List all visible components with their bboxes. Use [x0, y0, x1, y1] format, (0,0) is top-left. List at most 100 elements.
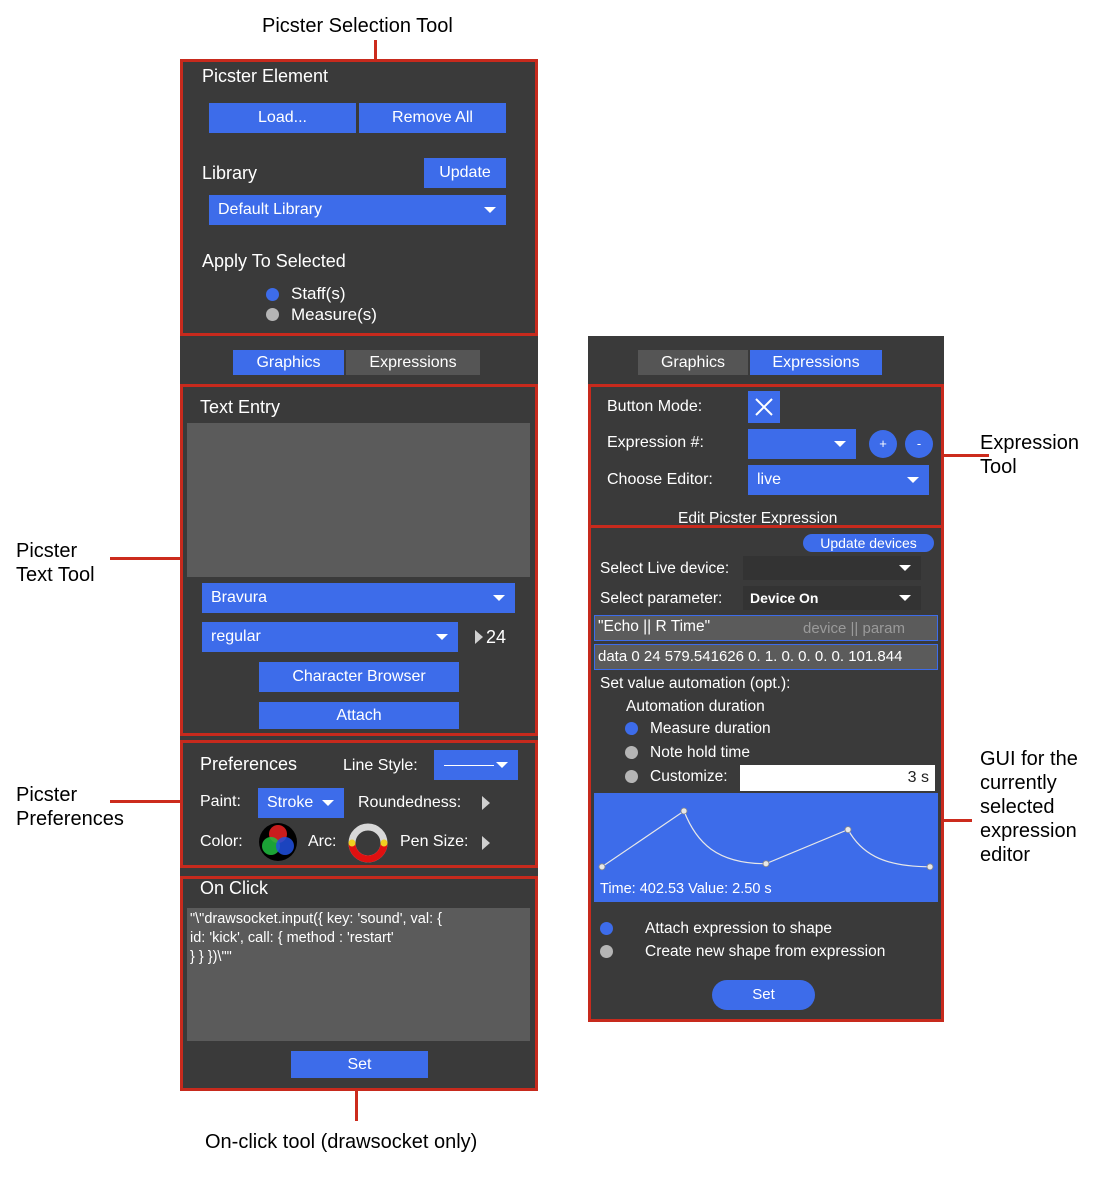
tab-graphics[interactable]: Graphics — [233, 350, 344, 375]
update-devices-button[interactable]: Update devices — [803, 534, 934, 552]
section-title: Preferences — [200, 754, 298, 774]
curve-point[interactable] — [844, 826, 852, 833]
custom-duration-input[interactable]: 3 s — [740, 765, 935, 791]
paint-value: Stroke — [267, 794, 314, 811]
expression-num-label: Expression #: — [607, 434, 704, 451]
radio-staff[interactable] — [266, 288, 279, 301]
annotation-text-tool-1: Picster — [16, 540, 78, 562]
radio-note-hold[interactable] — [625, 746, 638, 759]
annotation-gui-1: GUI for the — [980, 748, 1078, 770]
duration-label: Automation duration — [626, 698, 765, 715]
arc-label: Arc: — [308, 833, 337, 850]
curve-point[interactable] — [926, 863, 934, 871]
line-style-sample — [444, 765, 494, 766]
roundedness-label: Roundedness: — [358, 794, 462, 811]
annotation-selection-tool: Picster Selection Tool — [262, 15, 453, 37]
param-dropdown[interactable]: Device On — [743, 586, 921, 610]
style-value: regular — [211, 628, 261, 645]
paint-label: Paint: — [200, 793, 241, 810]
radio-measure-duration-label: Measure duration — [650, 720, 771, 737]
chevron-down-icon — [496, 762, 508, 768]
size-stepper-icon[interactable] — [475, 630, 483, 644]
tab-expressions[interactable]: Expressions — [346, 350, 480, 375]
annotation-gui-2: currently — [980, 772, 1057, 794]
pen-size-stepper-icon[interactable] — [482, 836, 490, 850]
data-text: data 0 24 579.541626 0. 1. 0. 0. 0. 0. 1… — [598, 648, 903, 665]
annotation-expression-tool-1: Expression — [980, 432, 1079, 454]
device-dropdown[interactable] — [743, 556, 921, 580]
paint-dropdown[interactable]: Stroke — [258, 788, 344, 818]
curve-point[interactable] — [762, 860, 770, 868]
chevron-down-icon — [834, 441, 846, 447]
library-label: Library — [202, 163, 258, 183]
annotation-gui-3: selected — [980, 796, 1055, 818]
on-click-set-button[interactable]: Set — [291, 1051, 428, 1078]
chevron-down-icon — [484, 207, 496, 213]
echo-hint: device || param — [803, 620, 906, 637]
curve-point[interactable] — [680, 807, 688, 815]
radio-attach-expression[interactable] — [600, 922, 613, 935]
tab-graphics[interactable]: Graphics — [638, 350, 748, 375]
update-button[interactable]: Update — [424, 158, 506, 188]
radio-attach-expression-label: Attach expression to shape — [645, 920, 832, 937]
editor-dropdown[interactable]: live — [748, 465, 929, 495]
radio-measure[interactable] — [266, 308, 279, 321]
annotation-preferences-2: Preferences — [16, 808, 124, 830]
font-value: Bravura — [211, 589, 268, 606]
tab-expressions[interactable]: Expressions — [750, 350, 882, 375]
section-title: Picster Element — [202, 66, 329, 86]
radio-measure-duration[interactable] — [625, 722, 638, 735]
pen-size-label: Pen Size: — [400, 833, 469, 850]
radio-customize[interactable] — [625, 770, 638, 783]
echo-text: "Echo || R Time" — [598, 618, 711, 635]
annotation-onclick-tool: On-click tool (drawsocket only) — [205, 1131, 478, 1153]
radio-measure-label: Measure(s) — [291, 305, 377, 324]
style-dropdown[interactable]: regular — [202, 622, 458, 652]
apply-label: Apply To Selected — [202, 251, 346, 271]
color-wheel-icon[interactable] — [258, 822, 298, 862]
on-click-code-area[interactable]: "\"drawsocket.input({ key: 'sound', val:… — [187, 908, 530, 1041]
annotation-expression-tool-2: Tool — [980, 456, 1017, 478]
chevron-down-icon — [899, 595, 911, 601]
code-line: } } })\"" — [190, 949, 232, 965]
library-dropdown[interactable]: Default Library — [209, 195, 506, 225]
radio-create-shape[interactable] — [600, 945, 613, 958]
line-style-label: Line Style: — [343, 757, 418, 774]
echo-field[interactable]: "Echo || R Time" device || param — [594, 615, 938, 641]
param-value: Device On — [750, 590, 819, 606]
radio-create-shape-label: Create new shape from expression — [645, 943, 886, 960]
button-mode-label: Button Mode: — [607, 398, 703, 415]
curve-point[interactable] — [598, 863, 606, 871]
chevron-down-icon — [899, 565, 911, 571]
curve-line — [601, 810, 931, 868]
roundedness-stepper-icon[interactable] — [482, 796, 490, 810]
annotation-preferences-1: Picster — [16, 784, 78, 806]
code-line: id: 'kick', call: { method : 'restart' — [190, 930, 394, 946]
remove-all-button[interactable]: Remove All — [359, 103, 506, 133]
load-button[interactable]: Load... — [209, 103, 356, 133]
add-expression-button[interactable]: + — [869, 430, 897, 458]
close-icon — [755, 398, 773, 416]
expression-num-dropdown[interactable] — [748, 429, 856, 459]
radio-note-hold-label: Note hold time — [650, 744, 750, 761]
select-device-label: Select Live device: — [600, 560, 730, 577]
remove-expression-button[interactable]: - — [905, 430, 933, 458]
data-field[interactable]: data 0 24 579.541626 0. 1. 0. 0. 0. 0. 1… — [594, 644, 938, 670]
section-title: Text Entry — [200, 397, 281, 417]
editor-value: live — [757, 471, 782, 488]
radio-staff-label: Staff(s) — [291, 284, 346, 303]
arc-dial-icon[interactable] — [346, 821, 390, 865]
annotation-text-tool-2: Text Tool — [16, 564, 95, 586]
line-style-dropdown[interactable] — [434, 750, 518, 780]
color-label: Color: — [200, 833, 243, 850]
curve-readout: Time: 402.53 Value: 2.50 s — [600, 881, 772, 897]
attach-button[interactable]: Attach — [259, 702, 459, 729]
editor-set-button[interactable]: Set — [712, 980, 815, 1010]
text-entry-area[interactable] — [187, 423, 530, 577]
character-browser-button[interactable]: Character Browser — [259, 662, 459, 692]
automation-curve-editor[interactable]: Time: 402.53 Value: 2.50 s — [594, 793, 938, 902]
button-mode-toggle[interactable] — [748, 391, 780, 423]
automation-label: Set value automation (opt.): — [600, 675, 791, 692]
font-dropdown[interactable]: Bravura — [202, 583, 515, 613]
font-size-value[interactable]: 24 — [486, 627, 506, 648]
